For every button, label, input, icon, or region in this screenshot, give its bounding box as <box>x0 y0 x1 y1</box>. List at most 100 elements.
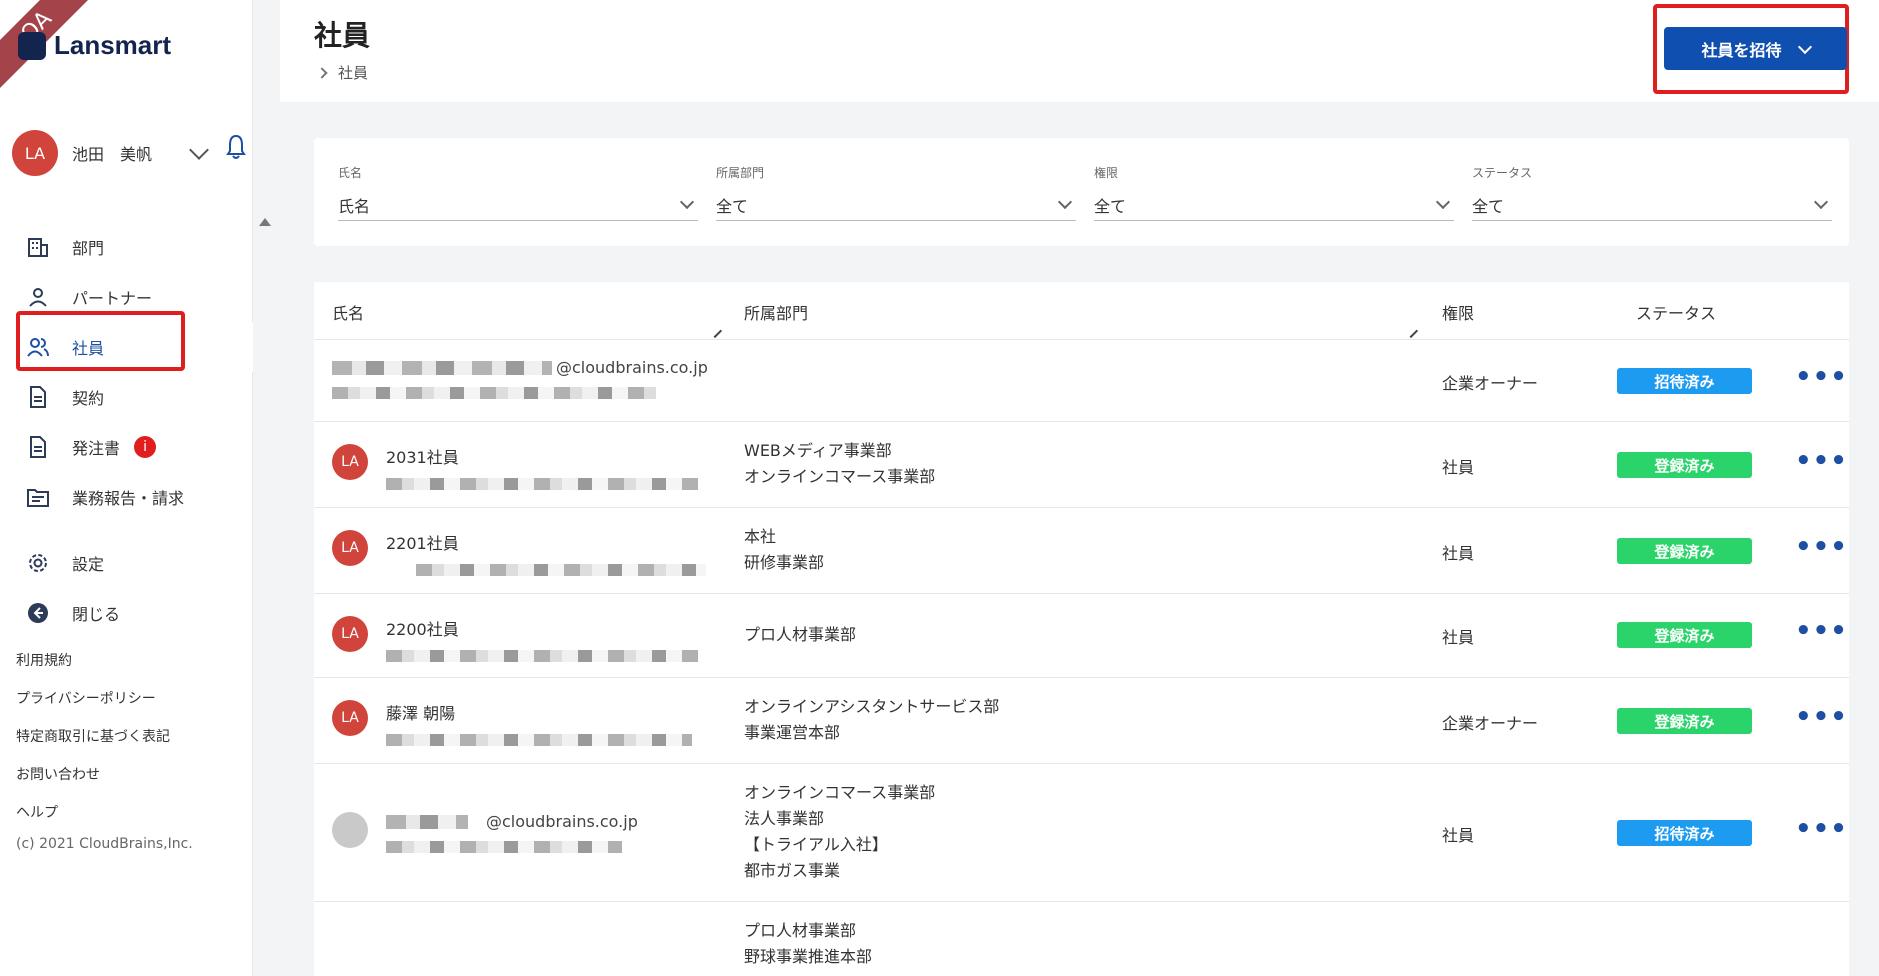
bell-icon[interactable] <box>226 134 246 160</box>
document-icon <box>26 435 50 459</box>
department-list: プロ人材事業部 <box>744 622 856 648</box>
table-row[interactable]: LA 2031社員 WEBメディア事業部 オンラインコマース事業部 社員 登録済… <box>314 422 1849 508</box>
table-row[interactable]: LA 藤澤 朝陽 オンラインアシスタントサービス部 事業運営本部 企業オーナー … <box>314 678 1849 764</box>
employee-name: 藤澤 朝陽 <box>386 704 456 723</box>
sidebar-item-departments[interactable]: 部門 <box>0 222 253 272</box>
sidebar-item-label: 契約 <box>72 389 105 408</box>
link-terms[interactable]: 利用規約 <box>16 650 170 670</box>
folder-icon <box>26 485 50 509</box>
employee-email: @cloudbrains.co.jp <box>486 812 638 831</box>
filter-value: 氏名 <box>338 196 371 216</box>
department-select[interactable]: 全て <box>716 189 1076 221</box>
department-item: プロ人材事業部 <box>744 921 857 940</box>
employee-role: 企業オーナー <box>1442 714 1539 733</box>
status-select[interactable]: 全て <box>1472 189 1832 221</box>
filter-name[interactable]: 氏名 氏名 <box>338 164 698 221</box>
row-menu-icon[interactable]: ••• <box>1795 814 1848 844</box>
redacted-text <box>386 734 692 746</box>
row-menu-icon[interactable]: ••• <box>1795 616 1848 646</box>
filter-department[interactable]: 所属部門 全て <box>716 164 1076 221</box>
filter-value: 全て <box>716 196 749 216</box>
row-menu-icon[interactable]: ••• <box>1795 362 1848 392</box>
filter-label: ステータス <box>1472 166 1533 180</box>
employee-name: 2031社員 <box>386 448 459 467</box>
department-item: 野球事業推進本部 <box>744 947 873 966</box>
filter-panel: 氏名 氏名 所属部門 全て 権限 全て ステータス 全て <box>314 138 1849 246</box>
sidebar-item-label: 業務報告・請求 <box>72 489 185 508</box>
department-list: オンラインアシスタントサービス部 事業運営本部 <box>744 694 999 746</box>
column-header-name[interactable]: 氏名 <box>332 300 364 324</box>
filter-value: 全て <box>1472 196 1505 216</box>
avatar: LA <box>332 700 368 736</box>
row-menu-icon[interactable]: ••• <box>1795 446 1848 476</box>
column-header-status[interactable]: ステータス <box>1636 300 1716 324</box>
employee-identity: @cloudbrains.co.jp <box>332 358 708 399</box>
column-header-role[interactable]: 権限 <box>1442 300 1474 324</box>
sidebar-item-partners[interactable]: パートナー <box>0 272 253 322</box>
name-select[interactable]: 氏名 <box>338 189 698 221</box>
employee-role: 企業オーナー <box>1442 374 1539 393</box>
sidebar-item-label: 社員 <box>72 339 105 358</box>
filter-label: 所属部門 <box>716 166 765 180</box>
row-menu-icon[interactable]: ••• <box>1795 532 1848 562</box>
department-item: 【トライアル入社】 <box>744 835 888 854</box>
copyright: (c) 2021 CloudBrains,Inc. <box>16 836 193 852</box>
redacted-text <box>386 814 468 829</box>
chevron-right-icon <box>316 66 328 79</box>
link-contact[interactable]: お問い合わせ <box>16 764 170 784</box>
filter-role[interactable]: 権限 全て <box>1094 164 1454 221</box>
department-list: プロ人材事業部 野球事業推進本部 <box>744 918 872 970</box>
gear-icon <box>26 551 50 575</box>
column-resize-handle[interactable] <box>707 323 723 339</box>
sidebar-scrollbar[interactable] <box>254 210 278 976</box>
footer-links: 利用規約 プライバシーポリシー 特定商取引に基づく表記 お問い合わせ ヘルプ <box>16 650 170 822</box>
building-icon <box>26 235 50 259</box>
row-menu-icon[interactable]: ••• <box>1795 702 1848 732</box>
breadcrumb-item[interactable]: 社員 <box>338 62 368 83</box>
employee-cell: @cloudbrains.co.jp <box>332 812 638 853</box>
breadcrumb: 社員 <box>316 62 368 83</box>
sidebar-item-label: 閉じる <box>72 605 121 624</box>
employee-cell: LA 2201社員 <box>332 530 706 576</box>
employee-table: 氏名 所属部門 権限 ステータス @cloudbrains.co.jp 企業オー… <box>314 282 1849 976</box>
sidebar-item-purchase-orders[interactable]: 発注書 i <box>0 422 253 472</box>
link-help[interactable]: ヘルプ <box>16 802 170 822</box>
sidebar-item-settings[interactable]: 設定 <box>0 538 253 588</box>
sidebar-item-contracts[interactable]: 契約 <box>0 372 253 422</box>
department-item: WEBメディア事業部 <box>744 441 892 460</box>
chevron-down-icon <box>1057 194 1073 209</box>
invite-employee-button[interactable]: 社員を招待 <box>1664 27 1847 70</box>
page-header: 社員 社員 社員を招待 <box>280 0 1879 102</box>
column-header-department[interactable]: 所属部門 <box>744 300 808 324</box>
sidebar-item-label: 設定 <box>72 555 105 574</box>
scroll-up-arrow-icon[interactable] <box>259 218 271 226</box>
table-row[interactable]: LA 2200社員 プロ人材事業部 社員 登録済み ••• <box>314 594 1849 678</box>
email-line: @cloudbrains.co.jp <box>386 812 638 831</box>
arrow-left-circle-icon <box>26 601 50 625</box>
employee-email: @cloudbrains.co.jp <box>556 358 708 377</box>
user-menu[interactable]: LA 池田 美帆 <box>12 130 252 176</box>
avatar: LA <box>12 130 58 176</box>
column-resize-handle[interactable] <box>1403 323 1419 339</box>
brand-logo[interactable]: Lansmart <box>18 30 171 61</box>
table-row[interactable]: @cloudbrains.co.jp オンラインコマース事業部 法人事業部 【ト… <box>314 764 1849 902</box>
avatar: LA <box>332 444 368 480</box>
table-row[interactable]: @cloudbrains.co.jp 企業オーナー 招待済み ••• <box>314 340 1849 422</box>
department-list: 本社 研修事業部 <box>744 524 824 576</box>
status-badge: 招待済み <box>1617 820 1752 846</box>
table-row[interactable]: プロ人材事業部 野球事業推進本部 <box>314 902 1849 976</box>
status-badge: 招待済み <box>1617 368 1752 394</box>
sidebar-item-reports[interactable]: 業務報告・請求 <box>0 472 253 522</box>
role-select[interactable]: 全て <box>1094 189 1454 221</box>
chevron-down-icon[interactable] <box>189 140 209 160</box>
sidebar-item-close[interactable]: 閉じる <box>0 588 253 638</box>
sidebar-item-label: パートナー <box>72 289 153 308</box>
table-row[interactable]: LA 2201社員 本社 研修事業部 社員 登録済み ••• <box>314 508 1849 594</box>
employee-cell: LA 2200社員 <box>332 616 698 662</box>
link-privacy[interactable]: プライバシーポリシー <box>16 688 170 708</box>
redacted-text <box>386 478 698 490</box>
filter-status[interactable]: ステータス 全て <box>1472 164 1832 221</box>
link-commerce-law[interactable]: 特定商取引に基づく表記 <box>16 726 170 746</box>
sidebar-item-employees[interactable]: 社員 <box>0 322 253 372</box>
redacted-text <box>386 650 698 662</box>
